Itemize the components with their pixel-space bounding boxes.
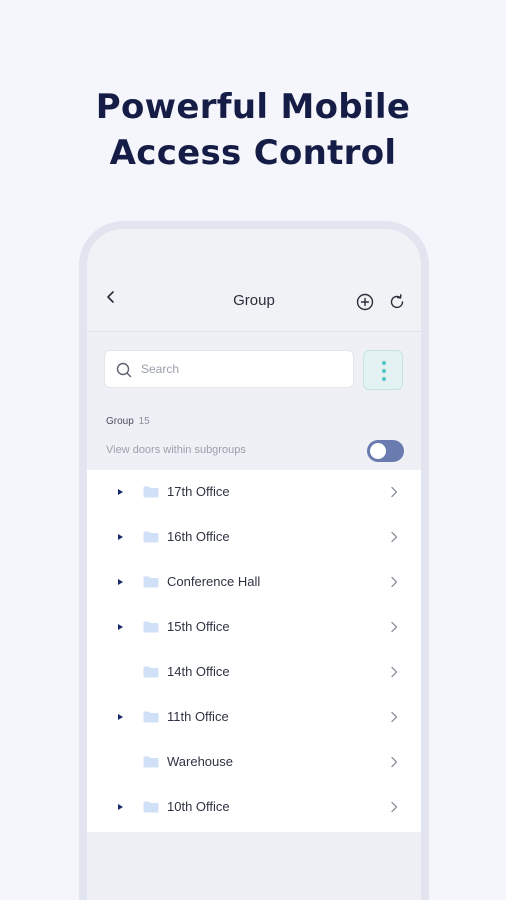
- headline: Powerful Mobile Access Control: [0, 84, 506, 176]
- folder-icon: [143, 621, 159, 633]
- chevron-right-icon: [391, 531, 398, 543]
- caret-right-icon[interactable]: [118, 804, 123, 810]
- folder-icon: [143, 756, 159, 768]
- folder-icon: [143, 531, 159, 543]
- phone-frame: Group Group 15 View d: [79, 221, 429, 900]
- list-item-label: Warehouse: [167, 754, 233, 769]
- list-item-label: 10th Office: [167, 799, 230, 814]
- headline-line-2: Access Control: [109, 133, 397, 173]
- list-item[interactable]: Warehouse: [87, 740, 421, 785]
- group-count-label: Group 15: [106, 416, 150, 427]
- list-item-label: 16th Office: [167, 529, 230, 544]
- chevron-right-icon: [391, 801, 398, 813]
- caret-right-icon[interactable]: [118, 624, 123, 630]
- list-item[interactable]: 14th Office: [87, 650, 421, 695]
- chevron-right-icon: [391, 756, 398, 768]
- chevron-right-icon: [391, 711, 398, 723]
- folder-icon: [143, 486, 159, 498]
- chevron-right-icon: [391, 486, 398, 498]
- chevron-right-icon: [391, 621, 398, 633]
- headline-line-1: Powerful Mobile: [95, 87, 411, 127]
- group-count: 15: [138, 416, 150, 427]
- list-item[interactable]: Conference Hall: [87, 560, 421, 605]
- group-label: Group: [106, 416, 134, 427]
- search-box[interactable]: [104, 350, 354, 388]
- refresh-icon[interactable]: [387, 292, 407, 312]
- list-item[interactable]: 10th Office: [87, 785, 421, 830]
- folder-icon: [143, 711, 159, 723]
- subgroups-label: View doors within subgroups: [106, 444, 246, 456]
- more-options-button[interactable]: [363, 350, 403, 390]
- caret-right-icon[interactable]: [118, 714, 123, 720]
- group-list: 17th Office 16th Office Conference Hall 15t…: [87, 470, 421, 832]
- caret-right-icon[interactable]: [118, 489, 123, 495]
- search-icon: [116, 362, 132, 378]
- list-item[interactable]: 17th Office: [87, 470, 421, 515]
- list-item-label: 15th Office: [167, 619, 230, 634]
- search-input[interactable]: [141, 359, 341, 379]
- app-bar: Group: [87, 229, 421, 332]
- app-screen: Group Group 15 View d: [87, 229, 421, 900]
- subgroups-toggle[interactable]: [367, 440, 404, 462]
- list-item-label: 14th Office: [167, 664, 230, 679]
- caret-right-icon[interactable]: [118, 534, 123, 540]
- list-item-label: Conference Hall: [167, 574, 261, 589]
- add-circle-icon[interactable]: [355, 292, 375, 312]
- folder-icon: [143, 666, 159, 678]
- list-item[interactable]: 11th Office: [87, 695, 421, 740]
- toggle-knob: [370, 443, 386, 459]
- list-item[interactable]: 15th Office: [87, 605, 421, 650]
- list-item[interactable]: 16th Office: [87, 515, 421, 560]
- folder-icon: [143, 576, 159, 588]
- caret-right-icon[interactable]: [118, 579, 123, 585]
- folder-icon: [143, 801, 159, 813]
- chevron-right-icon: [391, 576, 398, 588]
- more-vertical-icon: [382, 361, 386, 365]
- chevron-right-icon: [391, 666, 398, 678]
- list-item-label: 17th Office: [167, 484, 230, 499]
- list-item-label: 11th Office: [167, 709, 229, 724]
